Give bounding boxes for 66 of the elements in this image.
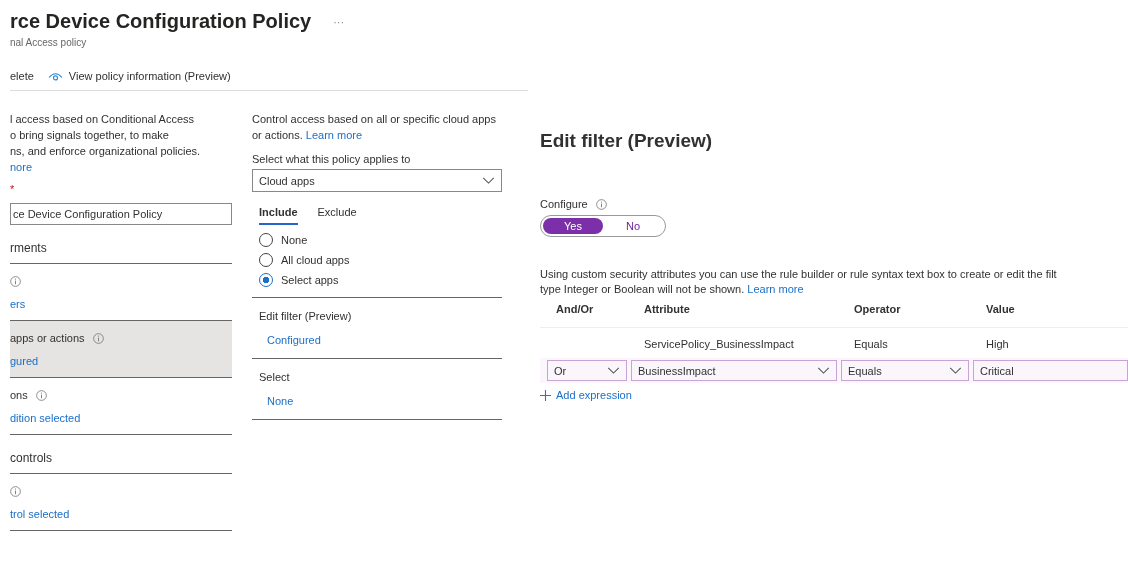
- radio-button[interactable]: [259, 273, 273, 287]
- description-line: o bring signals together, to make: [10, 128, 170, 143]
- item-value-link[interactable]: gured: [10, 355, 232, 367]
- toggle-option[interactable]: No: [603, 218, 663, 234]
- item-value-link[interactable]: ers: [10, 298, 232, 310]
- column-header: Value: [986, 303, 1016, 315]
- tab[interactable]: Include: [259, 206, 298, 225]
- chevron-down-icon: [949, 367, 962, 374]
- description-line: ns, and enforce organizational policies.: [10, 144, 202, 159]
- configure-label: Configure: [540, 198, 588, 210]
- section-header: rments: [10, 225, 232, 264]
- description-line: l access based on Conditional Access: [10, 112, 196, 127]
- section-value-link[interactable]: Configured: [259, 334, 502, 346]
- dropdown[interactable]: BusinessImpact: [631, 360, 837, 381]
- required-mark: *: [10, 183, 16, 197]
- chevron-down-icon: [607, 367, 620, 374]
- name-field[interactable]: ce Device Configuration Policy: [10, 203, 232, 225]
- info-icon: [10, 485, 21, 497]
- column-header: Operator: [854, 303, 902, 315]
- add-expression-link[interactable]: Add expression: [540, 389, 632, 401]
- section-value-link[interactable]: None: [259, 395, 502, 407]
- item-label: apps or actions: [10, 332, 85, 344]
- column-header: And/Or: [556, 303, 595, 315]
- assignment-item[interactable]: ons dition selected: [10, 378, 232, 435]
- learn-more-link[interactable]: Learn more: [747, 283, 804, 295]
- more-button[interactable]: ···: [333, 15, 345, 28]
- page-subtitle: nal Access policy: [10, 37, 88, 48]
- chevron-down-icon: [482, 177, 495, 184]
- learn-more-link[interactable]: Learn more: [305, 129, 363, 141]
- field-label: Select what this policy applies to: [252, 153, 412, 165]
- learn-more-link[interactable]: nore: [10, 159, 232, 175]
- applies-to-dropdown[interactable]: Cloud apps: [252, 169, 502, 192]
- dropdown[interactable]: Equals: [841, 360, 969, 381]
- chevron-down-icon: [817, 367, 830, 374]
- info-icon: [10, 275, 21, 287]
- value-field[interactable]: Critical: [973, 360, 1128, 381]
- tab[interactable]: Exclude: [317, 206, 357, 225]
- radio-label: Select apps: [281, 274, 339, 286]
- section-label: Edit filter (Preview): [259, 310, 353, 322]
- view-info-button[interactable]: View policy information (Preview): [47, 70, 231, 82]
- table-cell-text: High: [986, 338, 1010, 350]
- info-icon: [35, 389, 47, 401]
- page-title: rce Device Configuration Policy: [10, 10, 312, 33]
- plus-icon: [540, 389, 551, 401]
- dropdown[interactable]: Or: [547, 360, 627, 381]
- radio-label: All cloud apps: [281, 254, 350, 266]
- table-cell-text: Equals: [854, 338, 889, 350]
- section-header: controls: [10, 435, 232, 474]
- info-icon: [595, 198, 607, 210]
- table-cell-text: ServicePolicy_BusinessImpact: [644, 338, 795, 350]
- description-text: Control access based on all or specific cloud apps or actions. Learn more: [252, 112, 497, 143]
- assignment-item[interactable]: apps or actions gured: [10, 321, 232, 378]
- assignment-item[interactable]: trol selected: [10, 474, 232, 531]
- delete-button[interactable]: elete: [10, 70, 34, 82]
- toggle-option[interactable]: Yes: [543, 218, 603, 234]
- panel-title: Edit filter (Preview): [540, 130, 714, 152]
- eye-icon: [47, 70, 63, 82]
- info-icon: [92, 332, 104, 344]
- radio-label: None: [281, 234, 308, 246]
- item-label: ons: [10, 389, 28, 401]
- info-text-line: Using custom security attributes you can use the rule builder or rule syntax text box to create or edit the filt: [540, 267, 1058, 282]
- item-value-link[interactable]: trol selected: [10, 508, 232, 520]
- item-value-link[interactable]: dition selected: [10, 412, 232, 424]
- section-label: Select: [259, 371, 291, 383]
- info-text-line: type Integer or Boolean will not be shown. Learn more: [540, 282, 805, 297]
- column-header: Attribute: [644, 303, 691, 315]
